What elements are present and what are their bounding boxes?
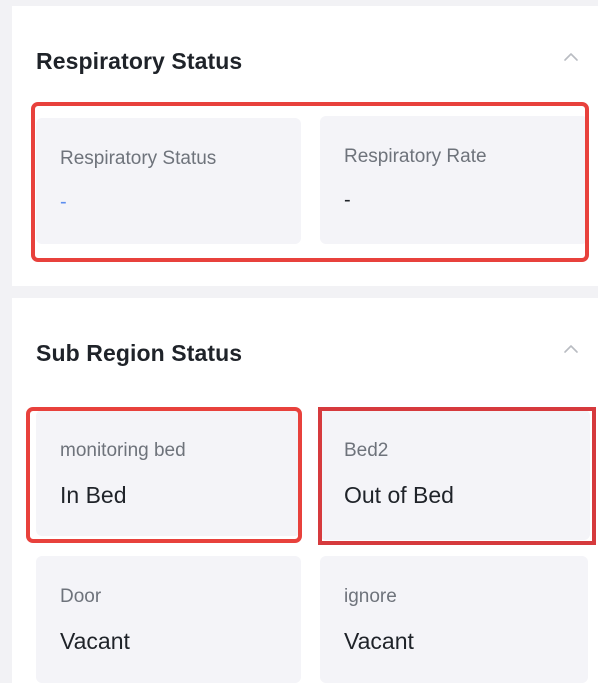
card-value: Vacant — [60, 628, 130, 654]
chevron-up-icon[interactable] — [562, 50, 580, 64]
region-card-bed2: Bed2 Out of Bed — [320, 410, 590, 540]
card-value: Out of Bed — [344, 482, 454, 508]
card-value: In Bed — [60, 482, 127, 508]
card-label: Door — [60, 586, 102, 607]
region-card-ignore: ignore Vacant — [320, 556, 588, 683]
card-label: monitoring bed — [60, 440, 186, 461]
region-card-door: Door Vacant — [36, 556, 301, 683]
card-value: - — [60, 191, 67, 213]
card-label: Bed2 — [344, 440, 389, 461]
region-card-monitoring-bed: monitoring bed In Bed — [36, 410, 301, 536]
card-label: Respiratory Rate — [344, 146, 487, 167]
panel-title: Respiratory Status — [36, 48, 243, 74]
card-value: Vacant — [344, 628, 414, 654]
page: Respiratory Status Respiratory Status - … — [0, 0, 598, 683]
sub-region-status-panel: Sub Region Status monitoring bed In Bed … — [12, 298, 598, 683]
respiratory-status-card: Respiratory Status - — [36, 118, 301, 244]
respiratory-status-panel: Respiratory Status Respiratory Status - … — [12, 6, 598, 286]
card-value: - — [344, 189, 351, 211]
card-label: ignore — [344, 586, 397, 607]
respiratory-rate-card: Respiratory Rate - — [320, 116, 588, 244]
chevron-up-icon[interactable] — [562, 342, 580, 356]
panel-title: Sub Region Status — [36, 340, 243, 366]
card-label: Respiratory Status — [60, 148, 217, 169]
